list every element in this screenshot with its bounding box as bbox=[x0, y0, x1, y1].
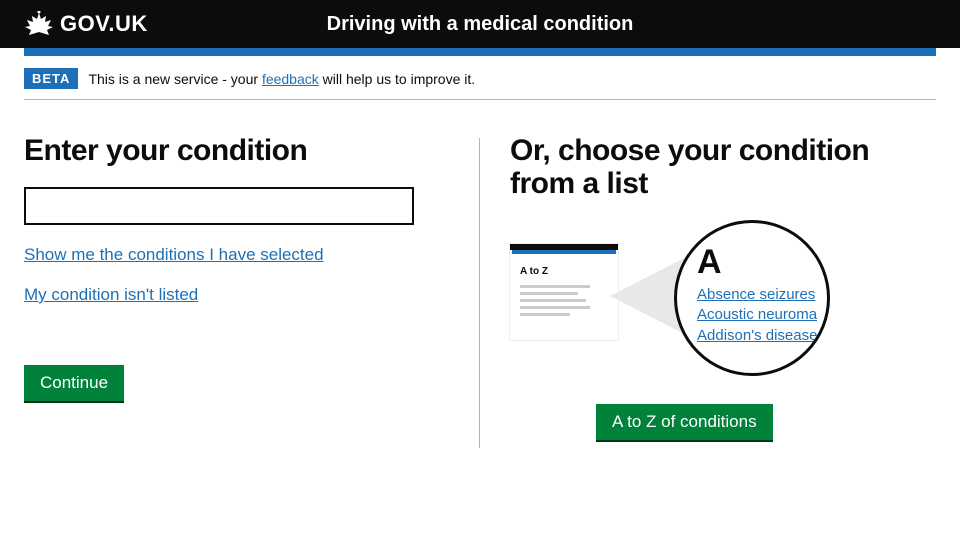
service-title: Driving with a medical condition bbox=[327, 13, 634, 36]
feedback-link[interactable]: feedback bbox=[262, 71, 319, 87]
choose-from-list-panel: Or, choose your condition from a list A … bbox=[480, 134, 936, 448]
show-selected-link[interactable]: Show me the conditions I have selected bbox=[24, 245, 324, 265]
mag-link-2: Acoustic neuroma bbox=[697, 305, 813, 325]
condition-input[interactable] bbox=[24, 187, 414, 225]
atoz-illustration: A to Z A Absence seizures Acoustic neuro… bbox=[510, 230, 936, 430]
crown-icon bbox=[24, 11, 54, 37]
enter-condition-heading: Enter your condition bbox=[24, 134, 449, 167]
mini-atoz-label: A to Z bbox=[520, 266, 608, 277]
site-header: GOV.UK Driving with a medical condition bbox=[0, 0, 960, 48]
govuk-logo[interactable]: GOV.UK bbox=[24, 11, 148, 37]
mag-link-3: Addison's disease bbox=[697, 326, 813, 346]
govuk-wordmark: GOV.UK bbox=[60, 11, 148, 37]
main-content: Enter your condition Show me the conditi… bbox=[24, 134, 936, 448]
phase-banner: BETA This is a new service - your feedba… bbox=[24, 68, 936, 100]
magnifier-icon: A Absence seizures Acoustic neuroma Addi… bbox=[674, 220, 830, 376]
phase-text: This is a new service - your feedback wi… bbox=[88, 71, 475, 87]
not-listed-link[interactable]: My condition isn't listed bbox=[24, 285, 198, 305]
header-accent-bar bbox=[24, 48, 936, 56]
beta-tag: BETA bbox=[24, 68, 78, 89]
choose-list-heading: Or, choose your condition from a list bbox=[510, 134, 936, 200]
enter-condition-panel: Enter your condition Show me the conditi… bbox=[24, 134, 479, 448]
atoz-button[interactable]: A to Z of conditions bbox=[596, 404, 773, 440]
magnifier-letter: A bbox=[697, 245, 813, 279]
mini-page-icon: A to Z bbox=[510, 244, 618, 340]
continue-button[interactable]: Continue bbox=[24, 365, 124, 401]
mag-link-1: Absence seizures bbox=[697, 285, 813, 305]
